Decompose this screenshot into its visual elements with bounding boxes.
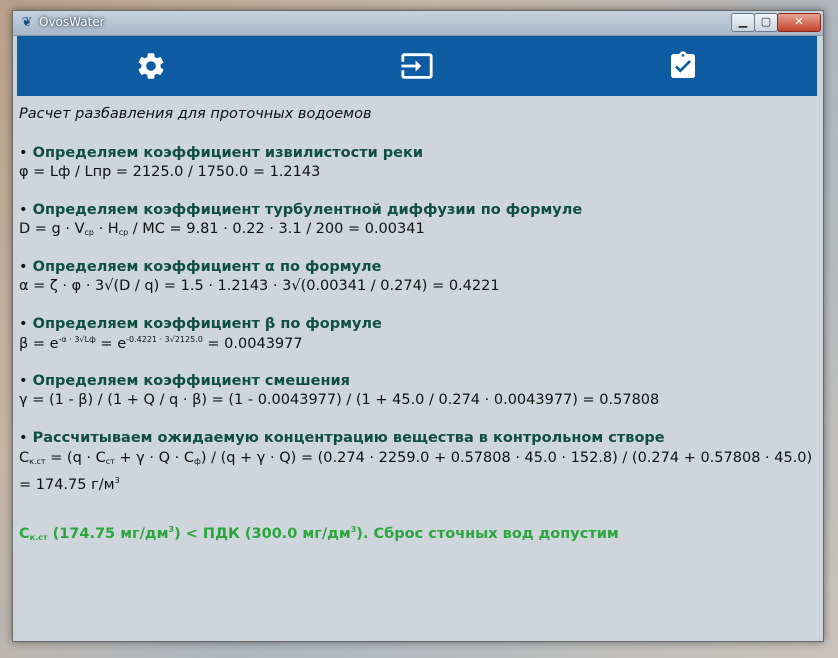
toolbar [17,36,817,96]
formula-part: D = g · V [19,221,85,237]
heading-text: Рассчитываем ожидаемую концентрацию веще… [32,430,665,446]
section-heading: • Определяем коэффициент извилистости ре… [19,145,423,161]
formula-part: = 0.0043977 [202,336,303,352]
subscript: ср [84,228,94,237]
formula-part: = e [95,336,127,352]
window-title: OvosWater [39,15,105,29]
title-bar[interactable]: ❦ OvosWater ▁ ▢ ✕ [13,11,823,36]
superscript: -0.4221 · 3√2125.0 [126,335,203,344]
formula-part: C [19,450,30,466]
heading-text: Определяем коэффициент α по формуле [32,259,382,275]
bullet: • [19,145,28,161]
bullet: • [19,430,28,446]
bullet: • [19,316,28,332]
formula-line: γ = (1 - β) / (1 + Q / q · β) = (1 - 0.0… [19,392,660,408]
result-part: C [19,526,30,542]
formula-part: + γ · Q · C [114,450,194,466]
formula-part: β = e [19,336,59,352]
bullet: • [19,202,28,218]
section-heading: • Определяем коэффициент β по формуле [19,316,382,332]
report-button[interactable] [665,48,701,84]
subscript: ст [105,457,115,466]
formula-line: Cк.ст = (q · Cст + γ · Q · Cф) / (q + γ … [19,449,819,495]
page-title: Расчет разбавления для проточных водоемо… [19,106,372,122]
formula-line: D = g · Vср · Hср / MC = 9.81 · 0.22 · 3… [19,221,425,237]
app-logo-icon: ❦ [21,15,33,30]
superscript: 3 [114,476,120,485]
section-heading: • Определяем коэффициент турбулентной ди… [19,202,582,218]
subscript: ф [193,457,201,466]
result-part: ). Сброс сточных вод допустим [356,526,619,542]
formula-part: = (q · C [45,450,106,466]
calculation-panel: Расчет разбавления для проточных водоемо… [17,96,821,636]
result-part: (174.75 мг/дм [47,526,169,542]
exit-button[interactable] [399,48,435,84]
clipboard-check-icon [671,51,695,78]
result-line: Cк.ст (174.75 мг/дм3) < ПДК (300.0 мг/дм… [19,525,619,542]
subscript: к.ст [29,533,48,542]
heading-text: Определяем коэффициент турбулентной дифф… [32,202,583,218]
formula-line: β = e-α · 3√Lф = e-0.4221 · 3√2125.0 = 0… [19,335,303,352]
app-window: ❦ OvosWater ▁ ▢ ✕ Расчет разбавления для… [12,10,824,642]
section-heading: • Определяем коэффициент смешения [19,373,350,389]
formula-line: α = ζ · φ · 3√(D / q) = 1.5 · 1.2143 · 3… [19,278,500,294]
maximize-button[interactable]: ▢ [754,13,778,32]
formula-part: / MC = 9.81 · 0.22 · 3.1 / 200 = 0.00341 [128,221,425,237]
result-part: ) < ПДК (300.0 мг/дм [174,526,351,542]
settings-button[interactable] [133,48,169,84]
minimize-button[interactable]: ▁ [731,13,755,32]
section-heading: • Рассчитываем ожидаемую концентрацию ве… [19,430,665,446]
heading-text: Определяем коэффициент извилистости реки [32,145,424,161]
bullet: • [19,259,28,275]
formula-line: φ = Lф / Lпр = 2125.0 / 1750.0 = 1.2143 [19,164,321,180]
unit-text: г/м [91,477,115,493]
subscript: ср [118,228,129,237]
gear-icon [138,53,164,79]
bullet: • [19,373,28,389]
exit-icon [401,53,433,79]
formula-part: · H [93,221,119,237]
heading-text: Определяем коэффициент смешения [32,373,350,389]
heading-text: Определяем коэффициент β по формуле [32,316,382,332]
close-button[interactable]: ✕ [777,13,821,32]
superscript: -α · 3√Lф [58,335,96,344]
section-heading: • Определяем коэффициент α по формуле [19,259,381,275]
subscript: к.ст [29,457,46,466]
